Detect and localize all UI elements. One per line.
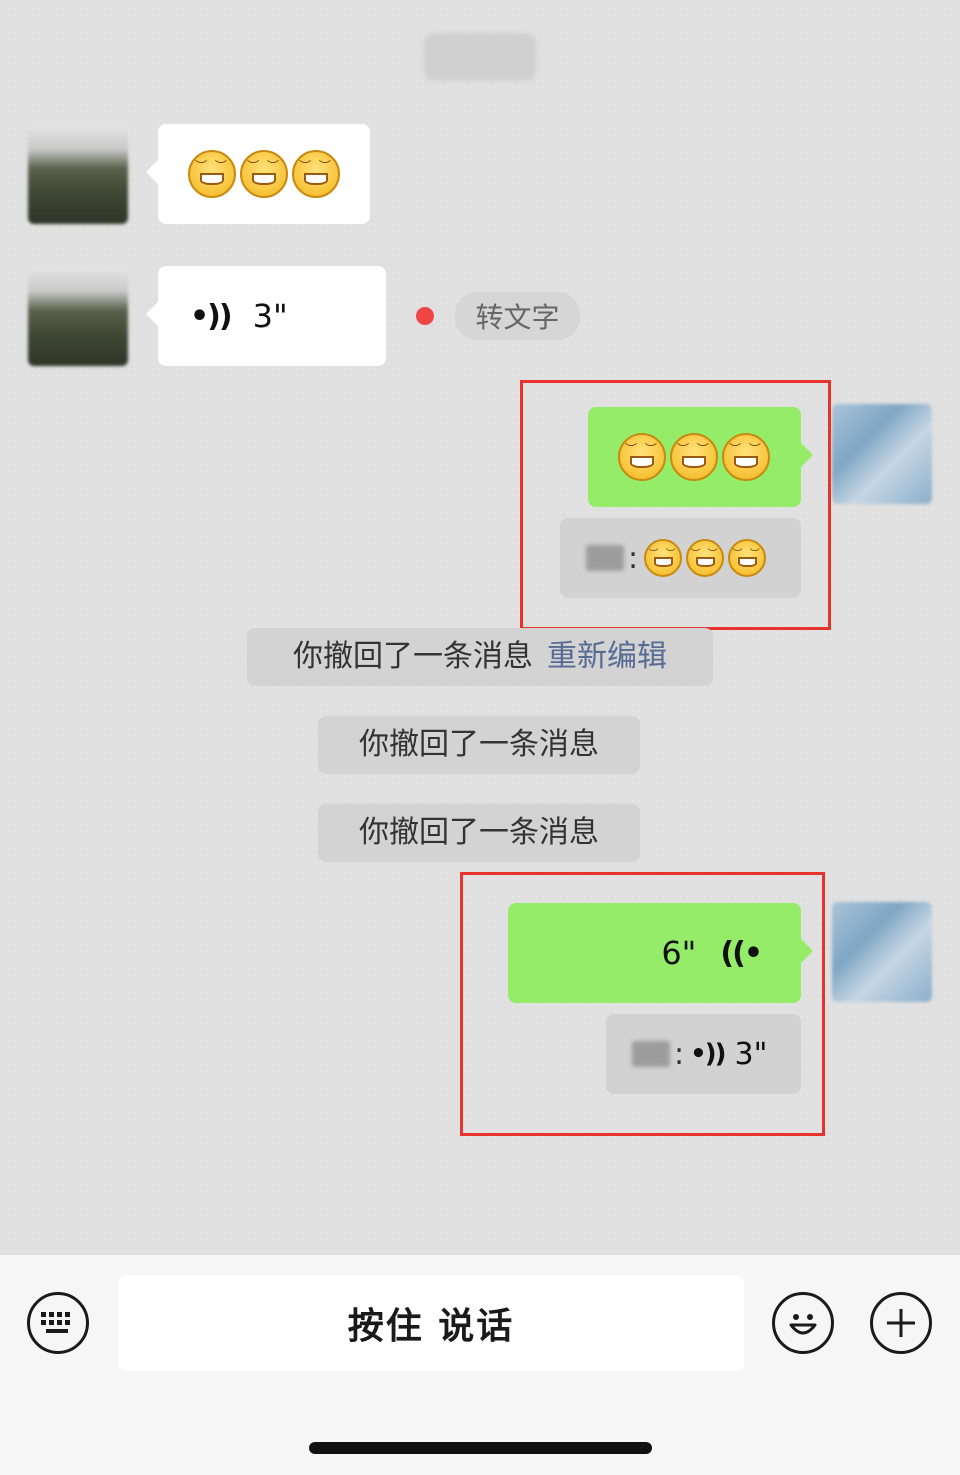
incoming-voice-bubble[interactable]: •)) 3" (146, 266, 386, 366)
chat-area[interactable]: •)) 3" 转文字 : 你撤回了一条消息重新编辑 你撤回了一条消息 你撤回了一… (0, 0, 960, 1255)
grin-emoji-icon (240, 150, 288, 198)
grin-emoji-icon (292, 150, 340, 198)
grin-emoji-icon (188, 150, 236, 198)
incoming-emoji-bubble[interactable] (146, 124, 370, 224)
unread-dot (416, 307, 434, 325)
voice-wave-icon: •)) (190, 298, 233, 334)
timestamp-blurred (424, 33, 536, 81)
highlight-box (460, 872, 825, 1136)
emoji-button[interactable] (772, 1292, 834, 1354)
more-options-button[interactable] (870, 1292, 932, 1354)
recall-notice: 你撤回了一条消息 (318, 804, 640, 862)
contact-avatar[interactable] (28, 124, 128, 224)
keyboard-toggle-button[interactable] (27, 1292, 89, 1354)
plus-icon (887, 1309, 915, 1337)
recall-notice: 你撤回了一条消息 重新编辑 (247, 628, 713, 686)
reedit-link[interactable]: 重新编辑 (547, 639, 667, 674)
recall-notice: 你撤回了一条消息 (318, 716, 640, 774)
voice-duration: 3" (252, 297, 288, 335)
my-avatar[interactable] (832, 404, 932, 504)
keyboard-icon (41, 1312, 70, 1333)
transcribe-button[interactable]: 转文字 (455, 292, 580, 340)
home-indicator (309, 1442, 652, 1454)
smiley-icon (789, 1314, 817, 1335)
input-bar: 按住 说话 (0, 1255, 960, 1475)
hold-to-talk-button[interactable]: 按住 说话 (118, 1275, 744, 1371)
my-avatar[interactable] (832, 902, 932, 1002)
highlight-box (520, 380, 831, 630)
contact-avatar[interactable] (28, 266, 128, 366)
grin-emoji-row (188, 150, 340, 198)
